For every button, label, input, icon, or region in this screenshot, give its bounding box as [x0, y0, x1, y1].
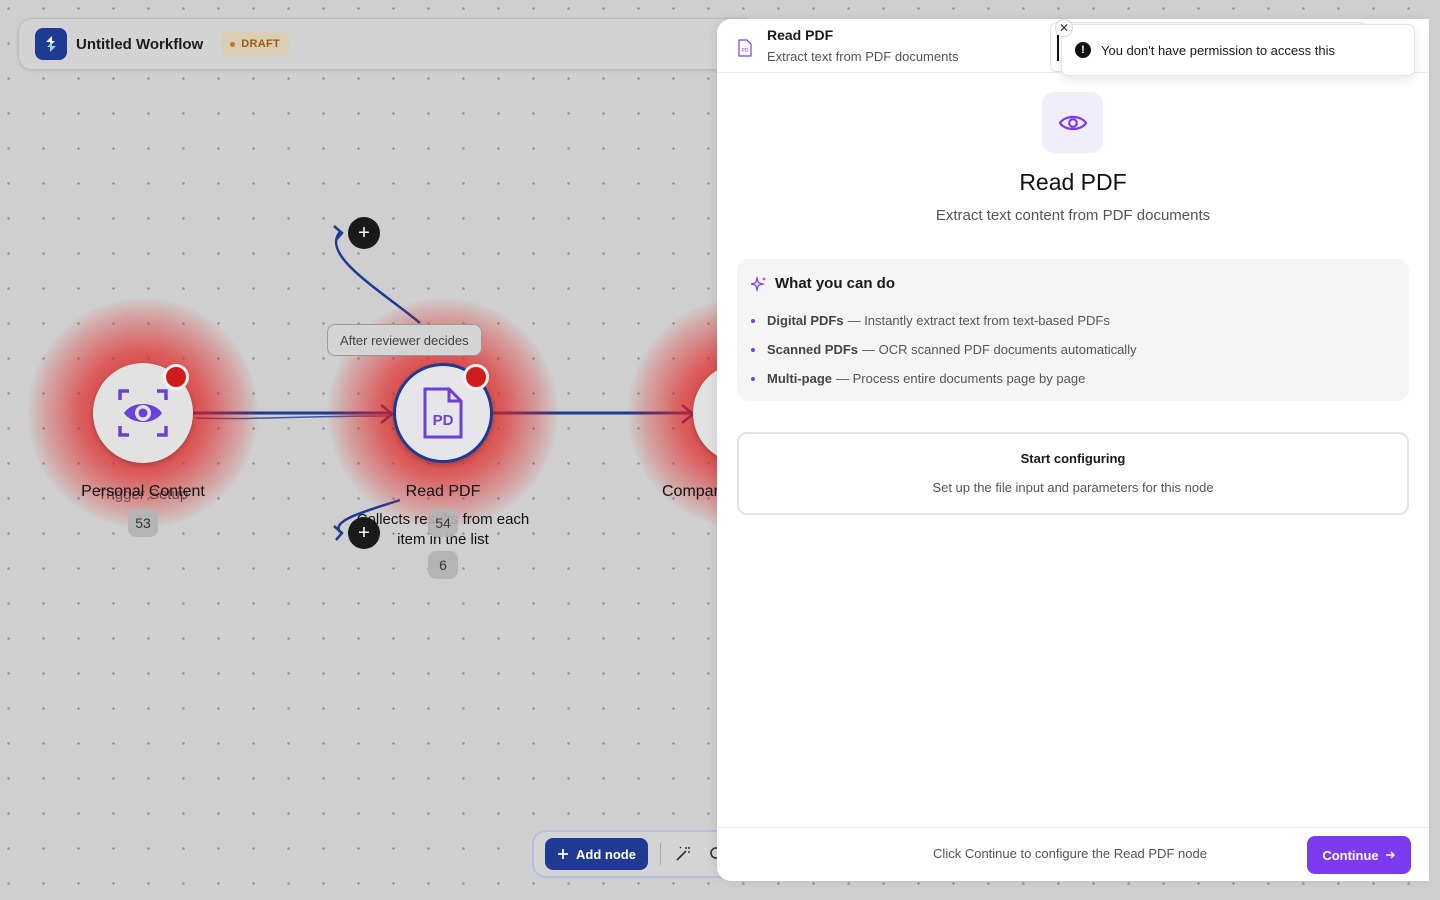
- add-node-label: Add node: [576, 846, 636, 862]
- node-count-badge: 6: [428, 551, 458, 579]
- capability-description: — OCR scanned PDF documents automaticall…: [862, 342, 1137, 357]
- hero-eye-icon: [1042, 92, 1103, 153]
- list-item: Scanned PDFs — OCR scanned PDF documents…: [751, 335, 1395, 364]
- node-count-badge: 54: [428, 509, 458, 537]
- list-item: Multi-page — Process entire documents pa…: [751, 364, 1395, 393]
- bullet-icon: [751, 318, 755, 323]
- capabilities-card: What you can do Digital PDFs — Instantly…: [737, 259, 1409, 401]
- error-badge: [463, 364, 489, 390]
- continue-label: Continue: [1322, 847, 1379, 863]
- panel-hero-title: Read PDF: [1019, 169, 1127, 195]
- panel-footer: Click Continue to configure the Read PDF…: [717, 827, 1429, 881]
- node-config-panel: PD Read PDF Extract text from PDF docume…: [717, 19, 1429, 881]
- node-label: Read PDF: [405, 483, 481, 500]
- magic-wand-icon[interactable]: [673, 844, 693, 864]
- error-badge: [163, 364, 189, 390]
- start-configuring-card[interactable]: Start configuring Set up the file input …: [737, 432, 1409, 515]
- sparkles-icon: [751, 275, 766, 292]
- alert-icon: !: [1075, 42, 1091, 58]
- svg-text:PD: PD: [742, 48, 749, 54]
- arrow-head-icon: [333, 525, 344, 541]
- capability-name: Multi-page: [767, 371, 832, 386]
- capability-name: Scanned PDFs: [767, 342, 859, 357]
- svg-text:PD: PD: [433, 412, 454, 429]
- add-branch-plus-icon[interactable]: +: [348, 517, 380, 549]
- continue-button[interactable]: Continue: [1307, 836, 1411, 874]
- bullet-icon: [751, 347, 755, 352]
- pdf-file-icon: PD: [423, 387, 463, 439]
- list-item: Digital PDFs — Instantly extract text fr…: [751, 306, 1395, 335]
- toast-message: You don't have permission to access this: [1101, 42, 1335, 58]
- capability-name: Digital PDFs: [767, 313, 844, 328]
- arrow-right-icon: [1385, 851, 1395, 859]
- panel-header-subtitle: Extract text from PDF documents: [767, 49, 959, 64]
- bullet-icon: [751, 376, 755, 381]
- edge-label[interactable]: After reviewer decides: [327, 324, 482, 356]
- panel-header-title: Read PDF: [767, 27, 834, 43]
- capabilities-title: What you can do: [775, 275, 895, 292]
- pdf-file-icon: PD: [738, 39, 752, 57]
- panel-hero-subtitle: Extract text content from PDF documents: [935, 207, 1211, 224]
- capability-description: — Instantly extract text from text-based…: [847, 313, 1110, 328]
- capability-description: — Process entire documents page by page: [836, 371, 1086, 386]
- start-configuring-subtitle: Set up the file input and parameters for…: [932, 480, 1214, 495]
- toolbar-divider: [659, 843, 661, 865]
- eye-scan-icon: [118, 389, 168, 437]
- node-count-badge: 53: [128, 509, 158, 537]
- add-node-button[interactable]: Add node: [545, 838, 648, 870]
- permission-toast: ! You don't have permission to access th…: [1061, 24, 1415, 76]
- add-branch-plus-icon[interactable]: +: [348, 217, 380, 249]
- toast-close-icon[interactable]: ✕: [1055, 19, 1073, 37]
- plus-icon: [558, 849, 568, 859]
- start-configuring-title: Start configuring: [1020, 451, 1126, 466]
- node-subtitle: Trigger Setup: [97, 486, 189, 503]
- capabilities-list: Digital PDFs — Instantly extract text fr…: [751, 306, 1395, 393]
